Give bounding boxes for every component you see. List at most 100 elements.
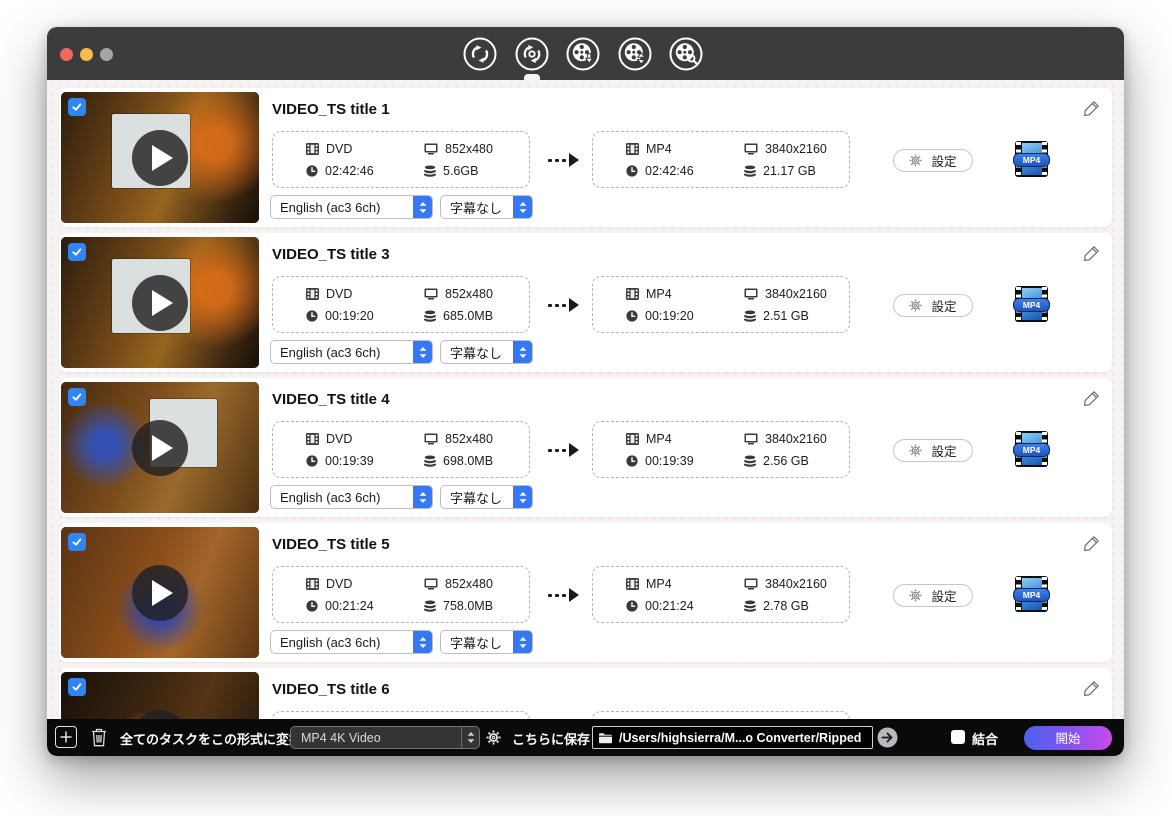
task-row: VIDEO_TS title 4 DVD 852x480 00:19:39 69… [59,378,1112,517]
convert-arrow-icon [548,298,579,312]
video-thumbnail[interactable] [61,92,259,223]
audio-track-select[interactable]: English (ac3 6ch) [270,485,433,509]
play-button[interactable] [132,130,188,186]
select-checkbox[interactable] [68,678,86,696]
storage-icon [744,165,756,177]
format-settings-gear-icon[interactable] [486,730,501,745]
play-button[interactable] [132,420,188,476]
target-size: 21.17 GB [744,164,849,178]
settings-button[interactable]: 設定 [893,149,973,172]
storage-icon [424,600,436,612]
film-icon [626,288,639,300]
select-stepper-icon [513,341,532,363]
clock-icon [306,455,318,467]
source-info-box: DVD 852x480 02:42:46 5.6GB [272,131,530,188]
minimize-button[interactable] [80,48,93,61]
settings-button[interactable]: 設定 [893,439,973,462]
output-format-icon[interactable]: MP4 [1015,141,1048,177]
output-format-icon[interactable]: MP4 [1015,431,1048,467]
edit-icon[interactable] [1083,100,1100,117]
merge-checkbox[interactable] [951,730,965,744]
select-checkbox[interactable] [68,98,86,116]
select-checkbox[interactable] [68,388,86,406]
traffic-lights [60,48,113,61]
display-icon [424,578,438,590]
select-stepper-icon [513,486,532,508]
clock-icon [306,600,318,612]
row-title: VIDEO_TS title 6 [272,681,390,698]
subtitle-select[interactable]: 字幕なし [440,485,533,509]
plus-icon [60,731,72,743]
film-icon [306,433,319,445]
video-convert-icon[interactable] [463,37,497,71]
play-button[interactable] [132,275,188,331]
storage-icon [744,600,756,612]
video-transfer-icon[interactable] [618,37,652,71]
film-icon [306,578,319,590]
clock-icon [626,600,638,612]
clock-icon [306,165,318,177]
select-stepper-icon [461,727,479,748]
edit-icon[interactable] [1083,535,1100,552]
gear-icon [909,299,922,312]
output-format-icon[interactable]: MP4 [1015,576,1048,612]
display-icon [424,433,438,445]
close-button[interactable] [60,48,73,61]
play-button[interactable] [132,565,188,621]
row-title: VIDEO_TS title 1 [272,101,390,118]
edit-icon[interactable] [1083,245,1100,262]
source-resolution: 852x480 [424,287,529,301]
edit-icon[interactable] [1083,390,1100,407]
dvd-rip-icon[interactable] [515,37,549,71]
output-format-select[interactable]: MP4 4K Video [290,726,480,749]
select-stepper-icon [413,341,432,363]
display-icon [744,288,758,300]
subtitle-select[interactable]: 字幕なし [440,195,533,219]
gear-icon [909,444,922,457]
select-stepper-icon [513,631,532,653]
open-folder-button[interactable] [877,727,898,748]
gear-icon [909,589,922,602]
settings-button[interactable]: 設定 [893,584,973,607]
edit-icon[interactable] [1083,680,1100,697]
play-icon [152,435,173,461]
video-thumbnail[interactable] [61,527,259,658]
source-resolution: 852x480 [424,142,529,156]
audio-track-select[interactable]: English (ac3 6ch) [270,340,433,364]
task-row: VIDEO_TS title 3 DVD 852x480 00:19:20 68… [59,233,1112,372]
subtitle-select[interactable]: 字幕なし [440,340,533,364]
select-checkbox[interactable] [68,533,86,551]
output-path-field[interactable]: /Users/highsierra/M...o Converter/Ripped [592,726,873,749]
source-format: DVD [306,287,424,301]
audio-track-select[interactable]: English (ac3 6ch) [270,630,433,654]
video-search-icon[interactable] [669,37,703,71]
audio-track-select[interactable]: English (ac3 6ch) [270,195,433,219]
source-duration: 00:19:39 [306,454,424,468]
source-size: 758.0MB [424,599,529,613]
zoom-button[interactable] [100,48,113,61]
output-format-icon[interactable]: MP4 [1015,286,1048,322]
add-file-button[interactable] [55,726,77,748]
film-icon [626,578,639,590]
film-icon [306,143,319,155]
convert-all-label: 全てのタスクをこの形式に変換 [120,729,302,748]
target-duration: 02:42:46 [626,164,744,178]
delete-task-button[interactable] [88,726,110,748]
subtitle-select[interactable]: 字幕なし [440,630,533,654]
video-download-icon[interactable] [566,37,600,71]
select-checkbox[interactable] [68,243,86,261]
settings-button[interactable]: 設定 [893,294,973,317]
display-icon [424,143,438,155]
select-stepper-icon [513,196,532,218]
video-thumbnail[interactable] [61,237,259,368]
target-duration: 00:19:39 [626,454,744,468]
start-button[interactable]: 開始 [1024,726,1112,750]
target-size: 2.51 GB [744,309,849,323]
select-stepper-icon [413,486,432,508]
target-format: MP4 [626,142,744,156]
video-thumbnail[interactable] [61,382,259,513]
target-format: MP4 [626,577,744,591]
task-row: VIDEO_TS title 5 DVD 852x480 00:21:24 75… [59,523,1112,662]
film-icon [626,143,639,155]
source-duration: 00:21:24 [306,599,424,613]
